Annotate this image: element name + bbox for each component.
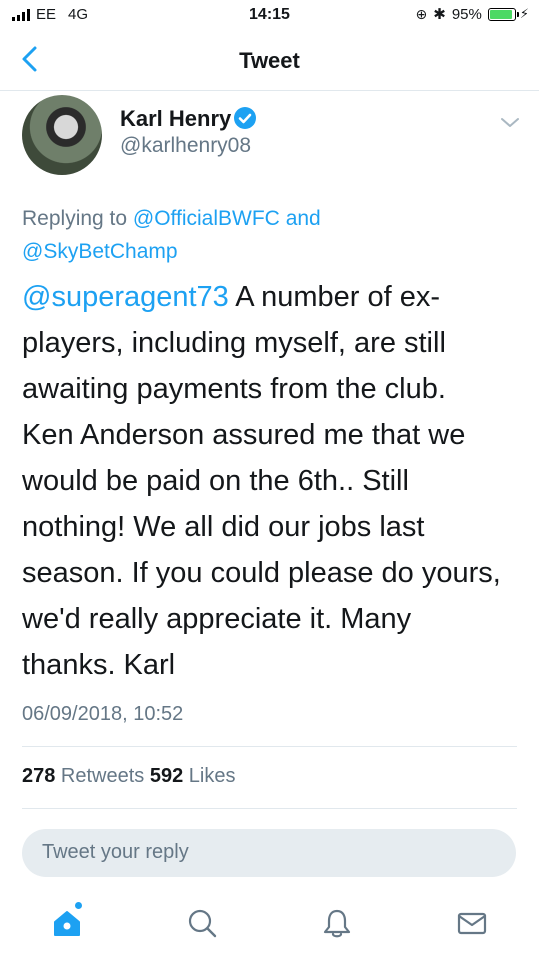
verified-badge-icon xyxy=(234,107,256,129)
page-title: Tweet xyxy=(239,48,300,73)
status-bar: EE 4G 14:15 ⊕ ✱ 95% ⚡ xyxy=(0,0,539,30)
battery-percent: 95% xyxy=(451,5,482,23)
tweet-text-line: A number of ex- xyxy=(228,281,440,313)
reply-input[interactable]: Tweet your reply xyxy=(22,829,516,877)
tweet-text: @superagent73 A number of ex- players, i… xyxy=(22,274,517,688)
author-handle[interactable]: @karlhenry08 xyxy=(120,134,251,158)
charging-icon: ⚡ xyxy=(519,6,529,21)
status-right: ⊕ ✱ 95% ⚡ xyxy=(415,5,529,24)
orientation-lock-icon: ⊕ xyxy=(415,5,428,22)
chevron-down-icon xyxy=(501,118,519,127)
home-icon xyxy=(54,911,80,936)
tab-messages[interactable] xyxy=(455,906,489,940)
replying-to-and: and xyxy=(279,207,321,230)
tweet-text-line: nothing! We all did our jobs last xyxy=(22,511,425,543)
nav-header: Tweet xyxy=(0,30,539,91)
notifications-icon xyxy=(323,909,351,938)
tweet-text-line: thanks. Karl xyxy=(22,649,176,681)
tweet-text-line: Ken Anderson assured me that we xyxy=(22,419,466,451)
search-icon xyxy=(188,909,217,938)
tab-bar xyxy=(0,892,539,960)
likes-count[interactable]: 592 xyxy=(150,765,183,787)
mention-link-skybetchamp[interactable]: @SkyBetChamp xyxy=(22,240,178,263)
divider xyxy=(22,746,517,747)
battery-fill xyxy=(489,9,512,19)
replying-to-prefix: Replying to xyxy=(22,207,133,230)
avatar[interactable] xyxy=(22,95,102,175)
tweet-timestamp: 06/09/2018, 10:52 xyxy=(22,703,184,725)
mention-link-officialbwfc[interactable]: @OfficialBWFC xyxy=(133,207,280,230)
divider xyxy=(22,808,517,809)
tab-search[interactable] xyxy=(185,906,219,940)
reply-placeholder: Tweet your reply xyxy=(42,841,189,863)
mention-link-superagent73[interactable]: @superagent73 xyxy=(22,281,229,313)
tweet-text-line: players, including myself, are still xyxy=(22,327,446,359)
battery-icon xyxy=(487,7,519,21)
tab-notifications[interactable] xyxy=(320,906,354,940)
tab-home[interactable] xyxy=(50,902,84,940)
tweet-text-line: would be paid on the 6th.. Still xyxy=(22,465,409,497)
tweet-text-line: season. If you could please do yours, xyxy=(22,557,501,589)
tweet-text-line: awaiting payments from the club. xyxy=(22,373,446,405)
tweet-options-button[interactable] xyxy=(497,114,523,132)
retweets-count[interactable]: 278 xyxy=(22,765,55,787)
bluetooth-icon: ✱ xyxy=(433,6,446,23)
tweet-text-line: we'd really appreciate it. Many xyxy=(22,603,412,635)
author-name[interactable]: Karl Henry xyxy=(120,106,231,132)
tweet-stats: 278 Retweets 592 Likes xyxy=(22,765,235,788)
notification-dot xyxy=(75,902,82,909)
likes-label[interactable]: Likes xyxy=(183,765,236,787)
retweets-label[interactable]: Retweets xyxy=(55,765,149,787)
replying-to: Replying to @OfficialBWFC and @SkyBetCha… xyxy=(22,202,502,268)
messages-icon xyxy=(457,912,487,935)
